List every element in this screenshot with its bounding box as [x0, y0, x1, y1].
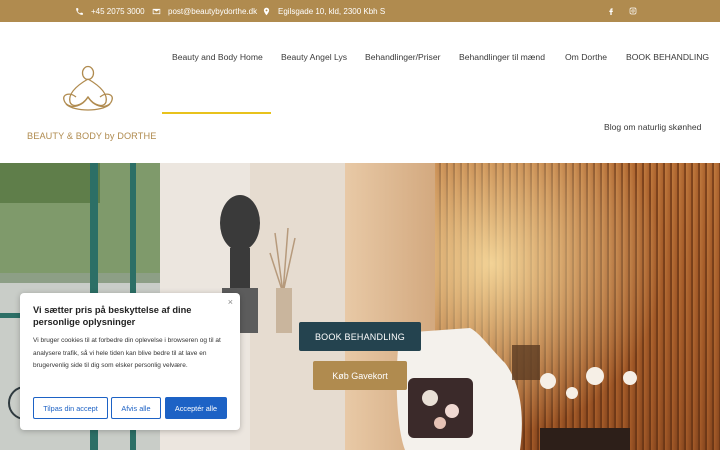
- cookie-reject-button[interactable]: Afvis alle: [111, 397, 161, 419]
- cookie-customize-button[interactable]: Tilpas din accept: [33, 397, 108, 419]
- facebook-link[interactable]: [607, 0, 615, 22]
- instagram-link[interactable]: [629, 0, 637, 22]
- facebook-icon: [609, 8, 613, 15]
- nav-item-blog[interactable]: Blog om naturlig skønhed: [604, 122, 701, 132]
- nav-item-beauty-angel[interactable]: Beauty Angel Lys: [281, 52, 347, 62]
- envelope-icon: [152, 8, 161, 14]
- lotus-logo-icon[interactable]: [26, 64, 150, 124]
- nav-item-book[interactable]: BOOK BEHANDLING: [626, 52, 709, 62]
- hero-book-button[interactable]: BOOK BEHANDLING: [299, 322, 421, 351]
- nav-item-men[interactable]: Behandlinger til mænd: [459, 52, 545, 62]
- nav-item-home[interactable]: Beauty and Body Home: [172, 52, 263, 62]
- phone-link[interactable]: +45 2075 3000: [75, 0, 145, 22]
- cookie-text: Vi bruger cookies til at forbedre din op…: [33, 337, 221, 369]
- nav-active-indicator: [162, 112, 271, 114]
- cookie-accept-button[interactable]: Acceptér alle: [165, 397, 227, 419]
- email-address: post@beautybydorthe.dk: [168, 6, 258, 16]
- address-text: Egilsgade 10, kld, 2300 Kbh S: [278, 6, 386, 16]
- cookie-consent-banner: × Vi sætter pris på beskyttelse af dine …: [20, 293, 240, 430]
- phone-icon: [76, 7, 83, 15]
- email-link[interactable]: post@beautybydorthe.dk: [152, 0, 257, 22]
- nav-item-treatments[interactable]: Behandlinger/Priser: [365, 52, 440, 62]
- hero-giftcard-button[interactable]: Køb Gavekort: [313, 361, 407, 390]
- cookie-title: Vi sætter pris på beskyttelse af dine pe…: [33, 305, 192, 327]
- top-contact-bar: +45 2075 3000 post@beautybydorthe.dk Egi…: [0, 0, 720, 22]
- nav-item-about[interactable]: Om Dorthe: [565, 52, 607, 62]
- phone-number: +45 2075 3000: [91, 6, 145, 16]
- site-header: BEAUTY & BODY by DORTHE Beauty and Body …: [0, 22, 720, 163]
- address-link[interactable]: Egilsgade 10, kld, 2300 Kbh S: [262, 0, 385, 22]
- brand-name: BEAUTY & BODY by DORTHE: [27, 131, 157, 141]
- instagram-icon: [629, 7, 637, 15]
- map-marker-icon: [263, 7, 270, 15]
